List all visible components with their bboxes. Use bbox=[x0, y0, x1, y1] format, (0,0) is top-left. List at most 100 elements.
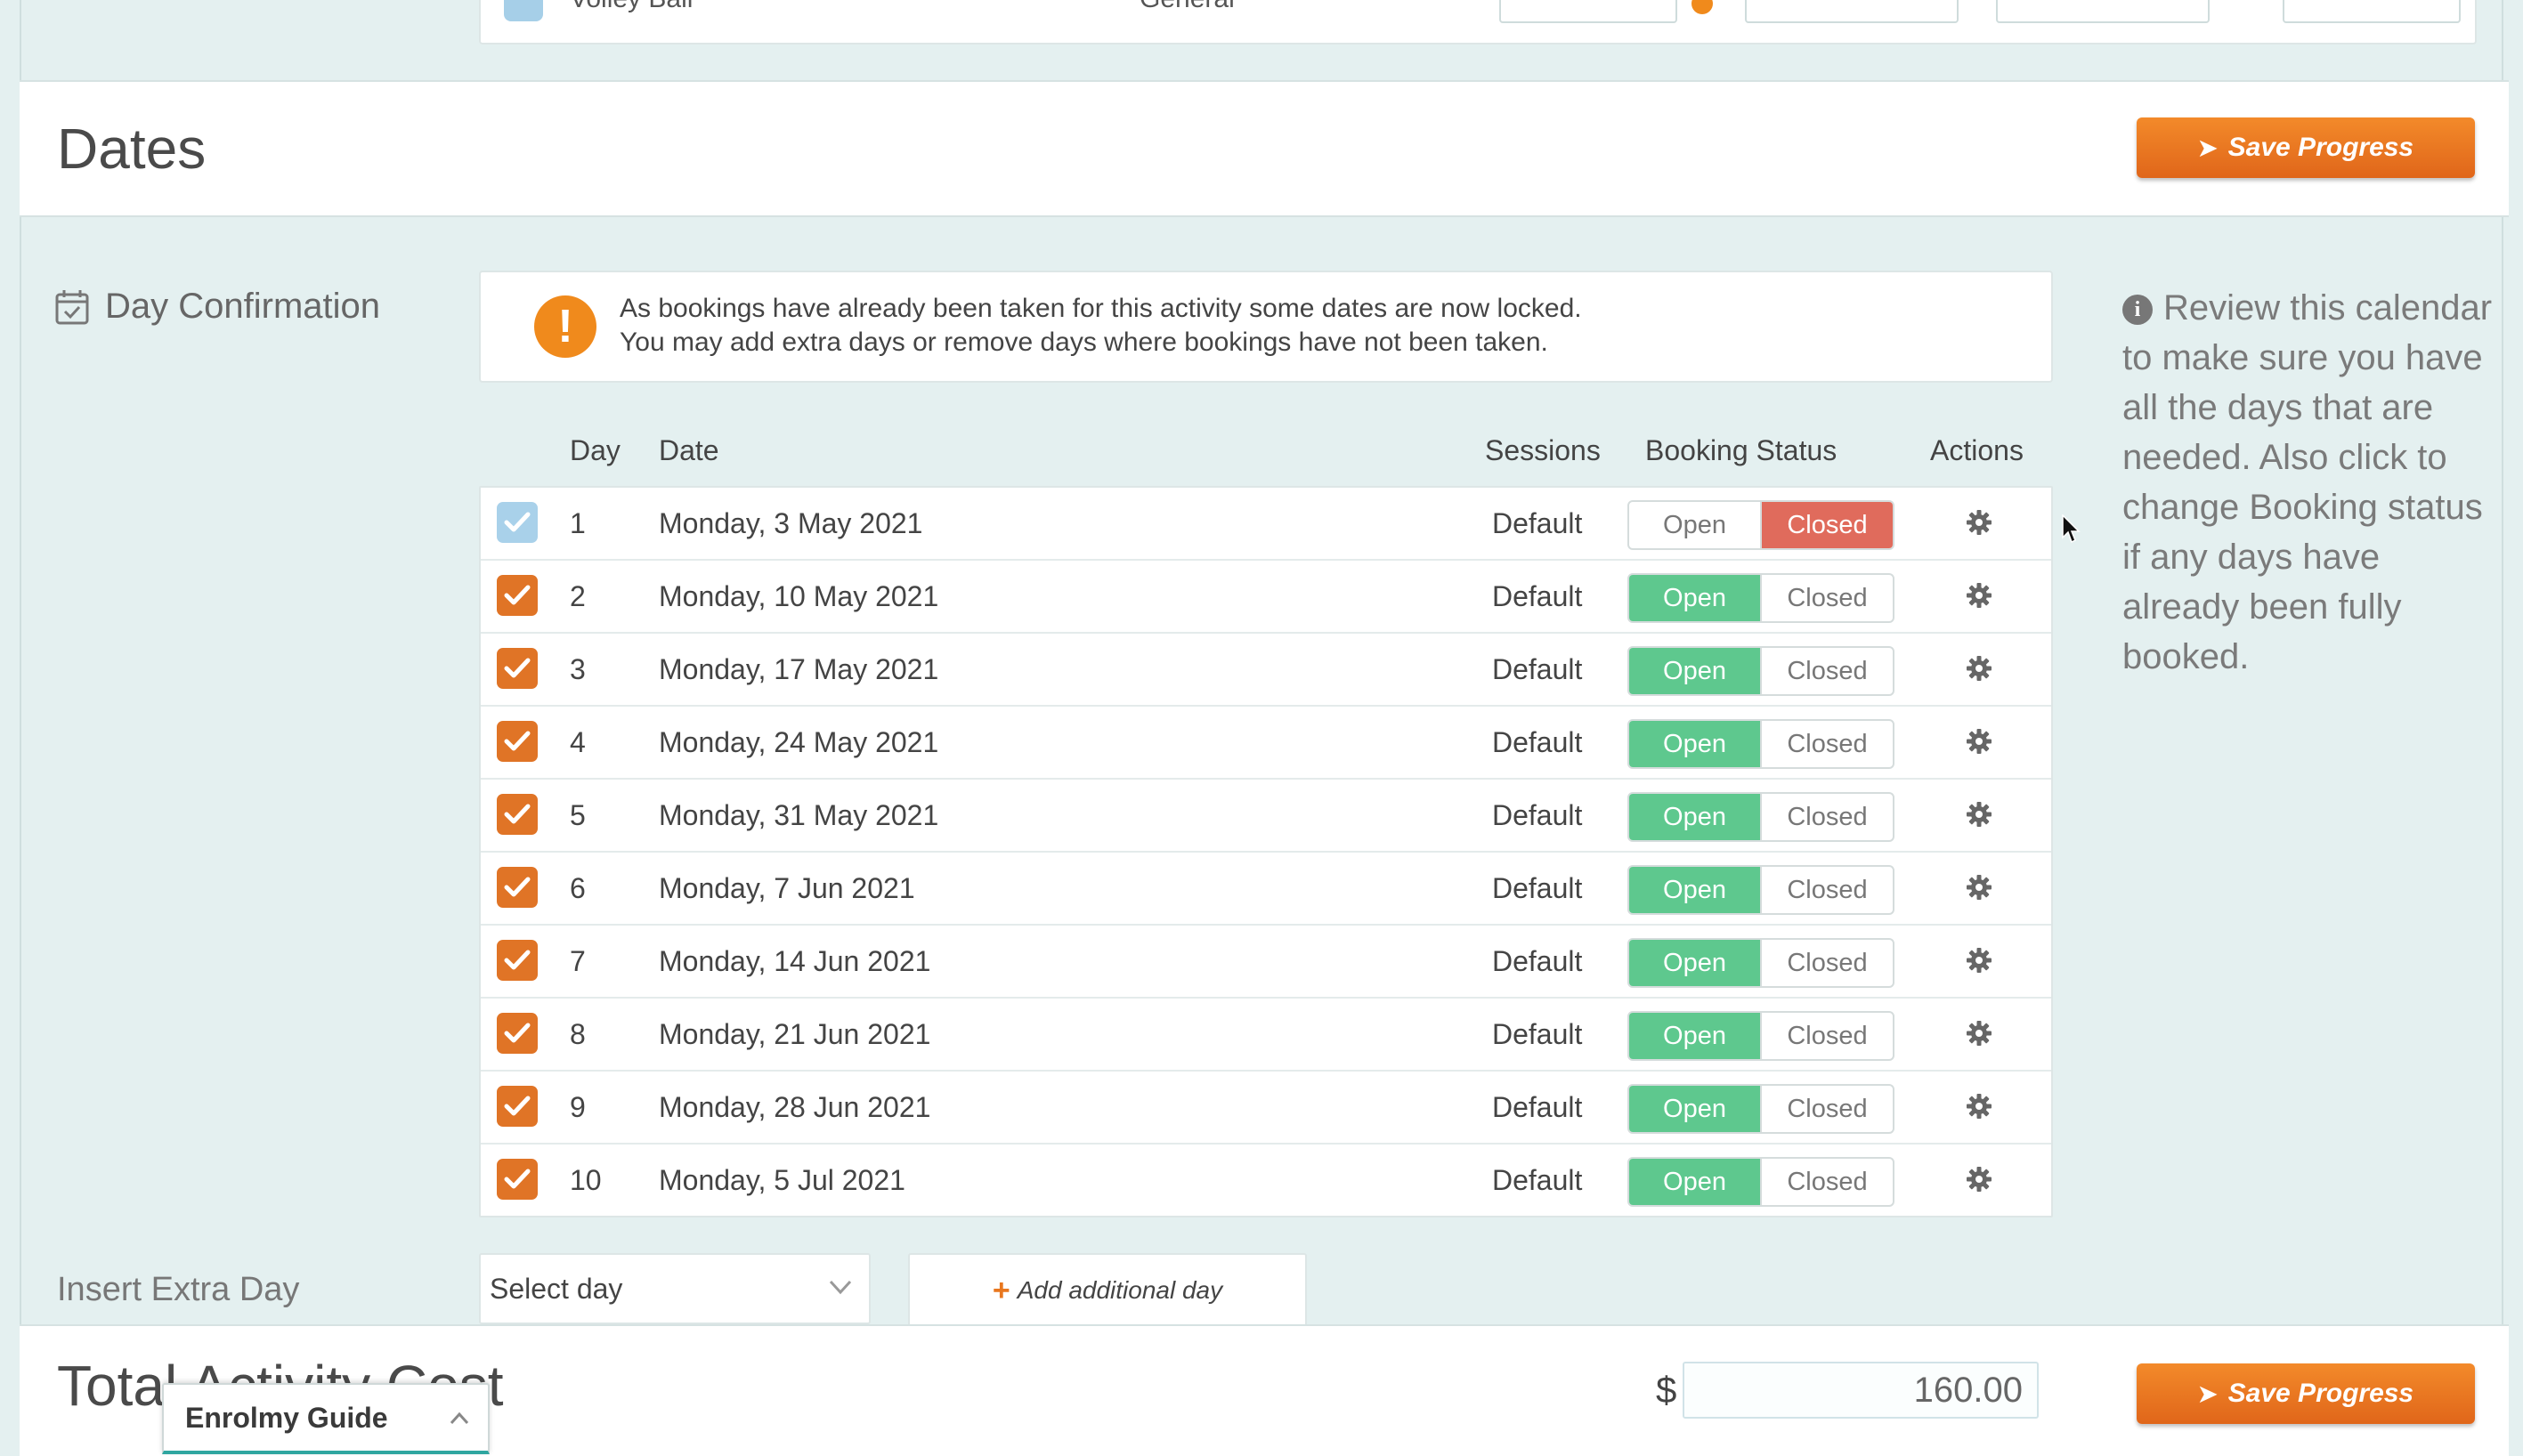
status-open-button[interactable]: Open bbox=[1629, 1159, 1762, 1205]
day-table: 1 Monday, 3 May 2021 Default Open Closed 2 Mon… bbox=[479, 486, 2053, 1217]
status-open-button[interactable]: Open bbox=[1629, 648, 1762, 694]
day-checkbox[interactable] bbox=[497, 502, 538, 543]
chevron-down-icon bbox=[829, 1280, 852, 1295]
status-closed-button[interactable]: Closed bbox=[1762, 648, 1893, 694]
status-closed-button[interactable]: Closed bbox=[1762, 867, 1893, 913]
save-progress-label: Save Progress bbox=[2227, 133, 2414, 162]
enrolmy-guide-label: Enrolmy Guide bbox=[185, 1401, 388, 1434]
save-progress-button-bottom[interactable]: ➤ Save Progress bbox=[2137, 1363, 2475, 1424]
locked-dates-alert: ! As bookings have already been taken fo… bbox=[479, 271, 2053, 383]
gear-icon[interactable] bbox=[1966, 509, 1992, 536]
previous-row-warning-dot bbox=[1691, 0, 1713, 14]
previous-row-checkbox[interactable] bbox=[504, 0, 543, 21]
chevron-up-icon bbox=[450, 1412, 469, 1425]
gear-icon[interactable] bbox=[1966, 1166, 1992, 1193]
previous-row-price[interactable] bbox=[2283, 0, 2461, 23]
alert-line-2: You may add extra days or remove days wh… bbox=[620, 328, 1548, 357]
total-cost-input[interactable] bbox=[1683, 1362, 2039, 1419]
status-open-button[interactable]: Open bbox=[1629, 940, 1762, 986]
gear-icon[interactable] bbox=[1966, 655, 1992, 682]
day-number: 7 bbox=[570, 945, 586, 977]
status-open-button[interactable]: Open bbox=[1629, 794, 1762, 840]
header-sessions: Sessions bbox=[1485, 434, 1601, 466]
status-open-button[interactable]: Open bbox=[1629, 575, 1762, 621]
header-actions: Actions bbox=[1930, 434, 2024, 466]
gear-icon[interactable] bbox=[1966, 947, 1992, 974]
day-checkbox[interactable] bbox=[497, 1159, 538, 1200]
day-date: Monday, 7 Jun 2021 bbox=[659, 872, 915, 904]
day-checkbox[interactable] bbox=[497, 721, 538, 762]
insert-extra-day-label: Insert Extra Day bbox=[57, 1271, 300, 1308]
day-sessions: Default bbox=[1492, 507, 1583, 539]
day-checkbox[interactable] bbox=[497, 1086, 538, 1127]
status-closed-button[interactable]: Closed bbox=[1762, 502, 1893, 548]
day-checkbox[interactable] bbox=[497, 648, 538, 689]
previous-activity-row: Volley Ball General bbox=[479, 0, 2477, 44]
left-gutter bbox=[0, 0, 21, 1454]
table-row: 6 Monday, 7 Jun 2021 Default Open Closed bbox=[481, 853, 2051, 926]
select-day-value: Select day bbox=[490, 1272, 623, 1305]
status-closed-button[interactable]: Closed bbox=[1762, 940, 1893, 986]
gear-icon[interactable] bbox=[1966, 1020, 1992, 1047]
status-closed-button[interactable]: Closed bbox=[1762, 794, 1893, 840]
booking-status-toggle: Open Closed bbox=[1627, 500, 1894, 550]
status-open-button[interactable]: Open bbox=[1629, 867, 1762, 913]
table-row: 1 Monday, 3 May 2021 Default Open Closed bbox=[481, 488, 2051, 561]
day-checkbox[interactable] bbox=[497, 1013, 538, 1054]
day-date: Monday, 28 Jun 2021 bbox=[659, 1091, 931, 1123]
booking-status-toggle: Open Closed bbox=[1627, 573, 1894, 623]
checkmark-icon bbox=[504, 1095, 531, 1118]
status-closed-button[interactable]: Closed bbox=[1762, 721, 1893, 767]
status-open-button[interactable]: Open bbox=[1629, 1086, 1762, 1132]
save-progress-button-top[interactable]: ➤ Save Progress bbox=[2137, 117, 2475, 178]
status-open-button[interactable]: Open bbox=[1629, 1013, 1762, 1059]
day-date: Monday, 17 May 2021 bbox=[659, 653, 939, 685]
header-booking-status: Booking Status bbox=[1645, 434, 1837, 466]
gear-icon[interactable] bbox=[1966, 728, 1992, 755]
alert-text: As bookings have already been taken for … bbox=[620, 292, 1582, 360]
status-closed-button[interactable]: Closed bbox=[1762, 1086, 1893, 1132]
day-number: 9 bbox=[570, 1091, 586, 1123]
info-text: Review this calendar to make sure you ha… bbox=[2122, 288, 2493, 676]
booking-status-toggle: Open Closed bbox=[1627, 1011, 1894, 1061]
day-checkbox[interactable] bbox=[497, 940, 538, 981]
table-row: 5 Monday, 31 May 2021 Default Open Closed bbox=[481, 780, 2051, 853]
booking-status-toggle: Open Closed bbox=[1627, 719, 1894, 769]
gear-icon[interactable] bbox=[1966, 582, 1992, 609]
table-row: 4 Monday, 24 May 2021 Default Open Closed bbox=[481, 707, 2051, 780]
day-checkbox[interactable] bbox=[497, 794, 538, 835]
status-open-button[interactable]: Open bbox=[1629, 721, 1762, 767]
day-date: Monday, 14 Jun 2021 bbox=[659, 945, 931, 977]
previous-row-start-time[interactable] bbox=[1745, 0, 1959, 23]
status-closed-button[interactable]: Closed bbox=[1762, 1159, 1893, 1205]
alert-line-1: As bookings have already been taken for … bbox=[620, 294, 1582, 323]
table-row: 10 Monday, 5 Jul 2021 Default Open Closed bbox=[481, 1145, 2051, 1216]
add-additional-day-button[interactable]: + Add additional day bbox=[908, 1253, 1307, 1328]
enrolmy-guide-widget[interactable]: Enrolmy Guide bbox=[162, 1383, 490, 1454]
booking-status-toggle: Open Closed bbox=[1627, 865, 1894, 915]
day-date: Monday, 21 Jun 2021 bbox=[659, 1018, 931, 1050]
select-day-dropdown[interactable]: Select day bbox=[479, 1253, 871, 1324]
table-row: 2 Monday, 10 May 2021 Default Open Closed bbox=[481, 561, 2051, 634]
status-closed-button[interactable]: Closed bbox=[1762, 575, 1893, 621]
booking-status-toggle: Open Closed bbox=[1627, 938, 1894, 988]
status-open-button[interactable]: Open bbox=[1629, 502, 1762, 548]
arrow-right-icon: ➤ bbox=[2197, 133, 2218, 161]
gear-icon[interactable] bbox=[1966, 801, 1992, 828]
gear-icon[interactable] bbox=[1966, 1093, 1992, 1120]
checkmark-icon bbox=[504, 803, 531, 826]
currency-symbol: $ bbox=[1656, 1369, 1677, 1411]
day-checkbox[interactable] bbox=[497, 867, 538, 908]
previous-row-capacity-input[interactable] bbox=[1499, 0, 1677, 23]
checkmark-icon bbox=[504, 876, 531, 899]
day-sessions: Default bbox=[1492, 1164, 1583, 1196]
previous-row-end-time[interactable] bbox=[1996, 0, 2210, 23]
booking-status-toggle: Open Closed bbox=[1627, 1084, 1894, 1134]
day-checkbox[interactable] bbox=[497, 575, 538, 616]
gear-icon[interactable] bbox=[1966, 874, 1992, 901]
checkmark-icon bbox=[504, 1168, 531, 1191]
day-sessions: Default bbox=[1492, 872, 1583, 904]
status-closed-button[interactable]: Closed bbox=[1762, 1013, 1893, 1059]
booking-status-toggle: Open Closed bbox=[1627, 1157, 1894, 1207]
checkmark-icon bbox=[504, 511, 531, 534]
